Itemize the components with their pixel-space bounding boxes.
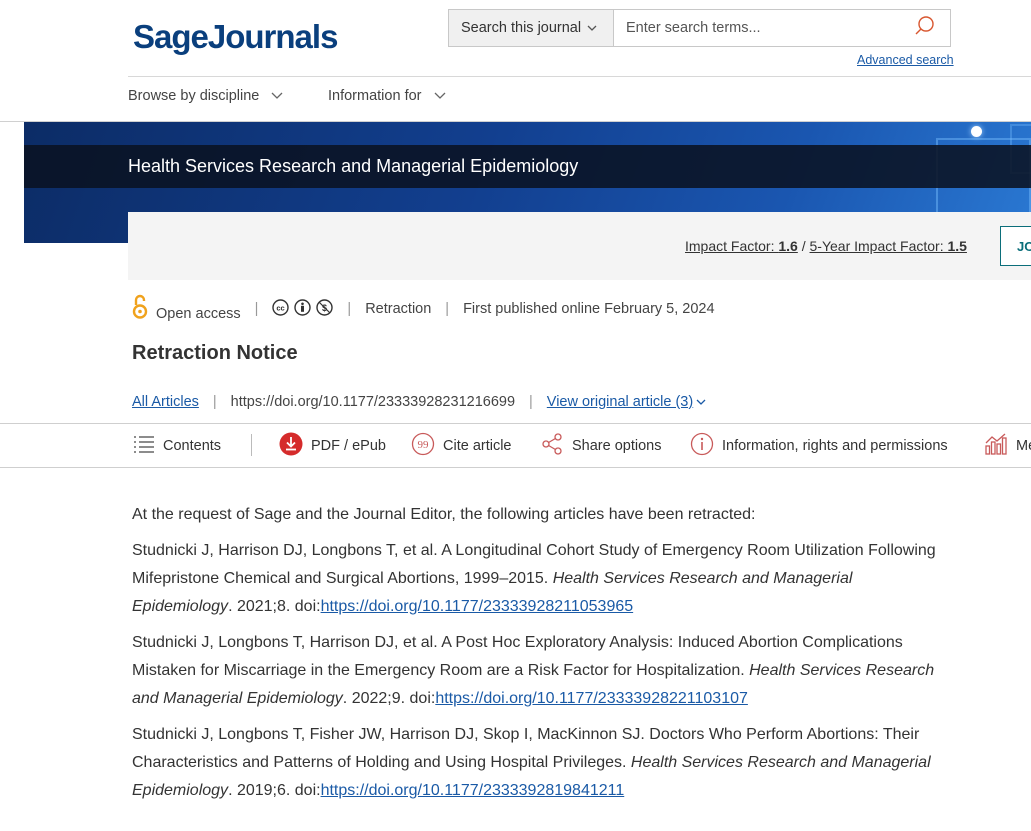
search-bar: Search this journal [448,9,951,47]
separator: | [445,301,450,317]
contents-button[interactable]: Contents [133,432,221,460]
information-rights-button[interactable]: Information, rights and permissions [690,432,948,460]
article-meta: Open access | cc $ | Retraction | First … [132,294,715,324]
share-label: Share options [572,438,662,454]
nav-label: Information for [328,88,422,104]
pdf-label: PDF / ePub [311,438,386,454]
open-access-label: Open access [156,306,241,322]
pdf-download-icon [279,432,311,460]
journal-title[interactable]: Health Services Research and Managerial … [128,156,578,177]
advanced-search-link[interactable]: Advanced search [857,53,954,67]
article-title: Retraction Notice [132,342,298,364]
retracted-reference: Studnicki J, Longbons T, Harrison DJ, et… [132,629,942,713]
all-articles-link[interactable]: All Articles [132,394,199,410]
metrics-button[interactable]: Me [984,432,1031,460]
impact-factor-value: 1.6 [778,238,798,254]
separator: | [254,301,259,317]
article-links-row: All Articles | https://doi.org/10.1177/2… [132,394,706,410]
cite-article-button[interactable]: 99 Cite article [411,432,512,460]
impact-separator: / [797,238,810,254]
nav-divider [128,76,1031,77]
search-scope-label: Search this journal [461,20,582,36]
toolbar-divider [251,434,252,456]
toolbar-bottom-border [0,467,1031,468]
separator: | [347,301,352,317]
info-label: Information, rights and permissions [722,438,948,454]
non-commercial-icon: $ [316,298,334,320]
quote-icon: 99 [411,432,443,460]
banner-light-dot [971,126,982,137]
creative-commons-icon: cc [272,298,290,320]
five-year-impact-value: 1.5 [947,238,967,254]
open-access-icon [132,294,148,324]
share-options-button[interactable]: Share options [540,432,661,460]
nav-label: Browse by discipline [128,88,260,104]
search-button[interactable] [898,10,950,46]
chevron-down-icon [259,88,283,104]
separator: | [529,394,533,410]
list-icon [133,435,163,457]
retracted-reference: Studnicki J, Longbons T, Fisher JW, Harr… [132,721,942,805]
reference-doi-link[interactable]: https://doi.org/10.1177/2333392821105396… [321,598,634,615]
sage-journals-logo[interactable]: SageJournals [133,18,339,56]
search-icon [913,15,935,42]
reference-tail: . 2021;8. doi: [228,598,321,615]
svg-text:cc: cc [277,303,285,312]
pdf-epub-button[interactable]: PDF / ePub [279,432,386,460]
publication-date: First published online February 5, 2024 [463,301,715,317]
impact-factor-label: Impact Factor: [685,238,779,254]
svg-text:99: 99 [418,439,430,451]
search-input[interactable] [614,10,898,46]
license-icons[interactable]: cc $ [272,298,334,320]
reference-doi-link[interactable]: https://doi.org/10.1177/233339281984121​… [321,782,625,799]
metrics-label: Me [1016,438,1031,454]
five-year-impact-label: 5-Year Impact Factor: [809,238,948,254]
article-doi: https://doi.org/10.1177/2333392823121669… [230,394,516,410]
nav-browse-by-discipline[interactable]: Browse by discipline [128,88,283,104]
contents-label: Contents [163,438,222,454]
search-scope-dropdown[interactable]: Search this journal [449,10,614,46]
nav-information-for[interactable]: Information for [328,88,446,104]
reference-tail: . 2022;9. doi: [342,690,436,707]
chevron-down-icon [422,88,446,104]
retracted-reference: Studnicki J, Harrison DJ, Longbons T, et… [132,537,942,621]
toolbar-top-border [0,423,1031,424]
cite-label: Cite article [443,438,512,454]
share-icon [540,432,572,460]
chevron-down-icon [587,20,597,36]
view-original-article-link[interactable]: View original article (3) [547,394,693,410]
logo-journals: Journals [207,18,339,55]
reference-doi-link[interactable]: https://doi.org/10.1177/2333392822110310… [435,690,748,707]
separator: | [212,394,217,410]
impact-factor[interactable]: Impact Factor: 1.6 / 5-Year Impact Facto… [685,238,967,254]
reference-tail: . 2019;6. doi: [228,782,321,799]
chevron-down-icon[interactable] [696,394,706,410]
attribution-icon [294,298,312,320]
article-type: Retraction [365,301,432,317]
info-icon [690,432,722,460]
retraction-intro: At the request of Sage and the Journal E… [132,506,756,523]
bar-chart-icon [984,432,1016,460]
logo-sage: Sage [133,18,209,55]
journal-homepage-button[interactable]: JO [1000,226,1031,266]
